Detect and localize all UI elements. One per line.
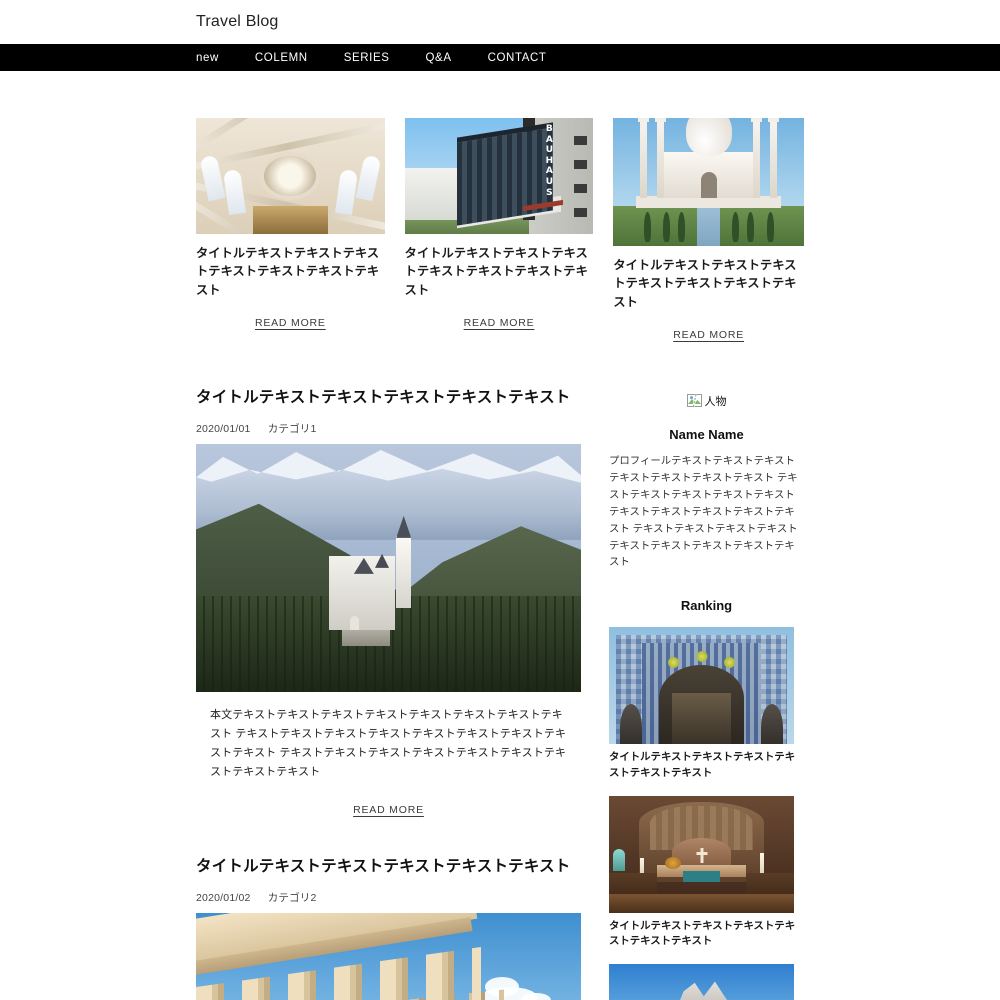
card-readmore-wrap: READ MORE	[613, 325, 804, 343]
article-1: タイトルテキストテキストテキストテキストテキスト 2020/01/01 カテゴリ…	[196, 385, 581, 818]
profile-name: Name Name	[669, 427, 744, 443]
bauhaus-sign: BAUHAUS	[545, 124, 554, 198]
article-category[interactable]: カテゴリ1	[268, 423, 317, 435]
registan-portal-photo[interactable]	[609, 627, 794, 745]
article-meta: 2020/01/02 カテゴリ2	[196, 890, 581, 905]
featured-card-3[interactable]: タイトルテキストテキストテキストテキストテキストテキストテキスト READ MO…	[613, 118, 804, 343]
broken-image-icon	[686, 393, 702, 408]
taj-mahal-photo[interactable]	[613, 118, 804, 246]
church-interior-photo[interactable]	[609, 795, 794, 913]
article-title: タイトルテキストテキストテキストテキストテキスト	[196, 388, 571, 406]
article-2: タイトルテキストテキストテキストテキストテキスト 2020/01/02 カテゴリ…	[196, 854, 581, 1000]
featured-card-1[interactable]: タイトルテキストテキストテキストテキストテキストテキストテキスト READ MO…	[196, 118, 385, 343]
nav-item-contact[interactable]: CONTACT	[488, 52, 547, 64]
profile-avatar-broken-image: 人物	[686, 393, 727, 409]
card-readmore-wrap: READ MORE	[196, 313, 385, 331]
nav-item-series[interactable]: SERIES	[344, 52, 390, 64]
site-title: Travel Blog	[196, 13, 279, 30]
parthenon-photo[interactable]	[196, 912, 581, 1000]
article-readmore-wrap: READ MORE	[196, 800, 581, 818]
card-title: タイトルテキストテキストテキストテキストテキストテキストテキスト	[613, 258, 797, 309]
nav-item-qa[interactable]: Q&A	[426, 52, 452, 64]
featured-card-2[interactable]: BAUHAUS タイトルテキストテキストテキストテキストテキストテキストテキスト…	[404, 118, 594, 343]
article-date: 2020/01/01	[196, 422, 251, 435]
cathedral-vault-photo[interactable]	[196, 118, 385, 234]
content-columns: タイトルテキストテキストテキストテキストテキスト 2020/01/01 カテゴリ…	[196, 343, 804, 1000]
site-header: Travel Blog	[0, 0, 1000, 44]
profile-description: プロフィールテキストテキストテキストテキストテキストテキストテキスト テキストテ…	[609, 456, 798, 569]
nav-item-colemn[interactable]: COLEMN	[255, 52, 308, 64]
sidebar: 人物 Name Name プロフィールテキストテキストテキストテキストテキストテ…	[609, 385, 804, 1000]
card-title: タイトルテキストテキストテキストテキストテキストテキストテキスト	[196, 246, 380, 297]
nav-item-new[interactable]: new	[196, 52, 219, 64]
article-date: 2020/01/02	[196, 891, 251, 904]
dolomites-lake-photo[interactable]	[609, 963, 794, 1000]
ranking-heading: Ranking	[680, 598, 733, 614]
ranking-item-3[interactable]: タイトルテキストテキストテキストテキストテキストテキスト	[609, 963, 804, 1000]
ranking-caption: タイトルテキストテキストテキストテキストテキストテキスト	[609, 752, 796, 779]
article-category[interactable]: カテゴリ2	[268, 892, 317, 904]
profile-avatar-alt-text: 人物	[704, 395, 727, 408]
ranking-caption: タイトルテキストテキストテキストテキストテキストテキスト	[609, 920, 796, 948]
content-inner: タイトルテキストテキストテキストテキストテキストテキストテキスト READ MO…	[196, 71, 804, 1000]
article-body: 本文テキストテキストテキストテキストテキストテキストテキストテキスト テキストテ…	[210, 708, 567, 778]
main-column: タイトルテキストテキストテキストテキストテキスト 2020/01/01 カテゴリ…	[196, 385, 581, 1000]
article-title: タイトルテキストテキストテキストテキストテキスト	[196, 857, 571, 875]
read-more-link[interactable]: READ MORE	[673, 329, 744, 341]
main-navigation: new COLEMN SERIES Q&A CONTACT	[0, 44, 1000, 71]
read-more-link[interactable]: READ MORE	[353, 804, 424, 816]
featured-cards: タイトルテキストテキストテキストテキストテキストテキストテキスト READ MO…	[196, 71, 804, 343]
nav-list: new COLEMN SERIES Q&A CONTACT	[196, 52, 583, 64]
article-meta: 2020/01/01 カテゴリ1	[196, 421, 581, 436]
card-readmore-wrap: READ MORE	[405, 313, 594, 331]
ranking-item-2[interactable]: タイトルテキストテキストテキストテキストテキストテキスト	[609, 795, 804, 950]
bauhaus-building-photo[interactable]: BAUHAUS	[404, 118, 594, 234]
read-more-link[interactable]: READ MORE	[255, 317, 326, 329]
read-more-link[interactable]: READ MORE	[464, 317, 535, 329]
ranking-item-1[interactable]: タイトルテキストテキストテキストテキストテキストテキスト	[609, 627, 804, 781]
card-title: タイトルテキストテキストテキストテキストテキストテキストテキスト	[404, 246, 588, 297]
profile-widget: 人物 Name Name プロフィールテキストテキストテキストテキストテキストテ…	[609, 393, 804, 572]
neuschwanstein-castle-photo[interactable]	[196, 443, 581, 692]
page-wrapper: タイトルテキストテキストテキストテキストテキストテキストテキスト READ MO…	[0, 71, 1000, 1000]
